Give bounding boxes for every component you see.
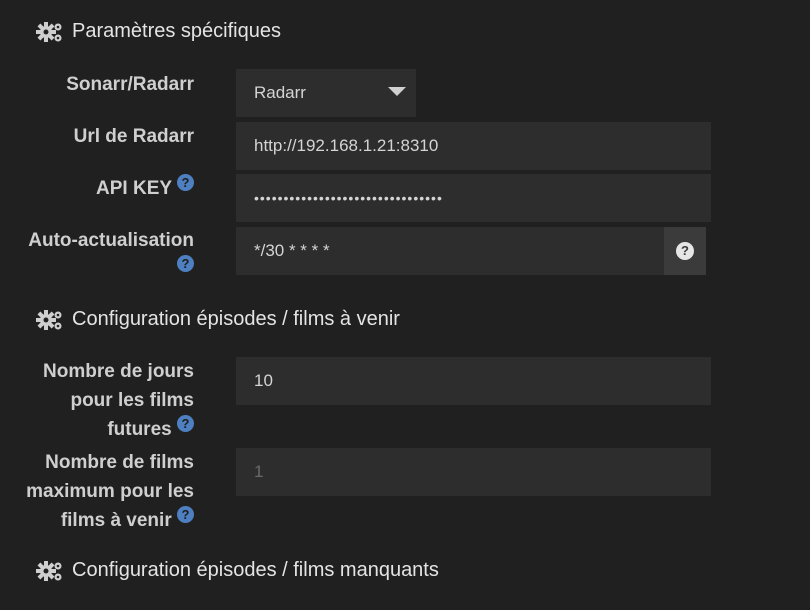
help-icon[interactable]: ? bbox=[177, 174, 194, 191]
section-title-missing: Configuration épisodes / films manquants bbox=[36, 559, 439, 582]
url-input[interactable]: http://192.168.1.21:8310 bbox=[236, 122, 711, 170]
cron-help-button[interactable]: ? bbox=[664, 227, 706, 275]
section-title-specific: Paramètres spécifiques bbox=[36, 20, 281, 43]
days-future-label: Nombre de jours pour les films futures ? bbox=[43, 357, 194, 444]
label-line: films à venir bbox=[60, 510, 172, 531]
label-line: Nombre de jours bbox=[43, 361, 194, 382]
max-films-label: Nombre de films maximum pour les films à… bbox=[26, 448, 194, 535]
help-icon[interactable]: ? bbox=[177, 506, 194, 523]
label-line: pour les films bbox=[70, 390, 194, 411]
help-icon[interactable]: ? bbox=[177, 415, 194, 432]
cogs-icon bbox=[36, 309, 62, 330]
url-label: Url de Radarr bbox=[73, 126, 194, 147]
help-icon[interactable]: ? bbox=[177, 255, 194, 272]
section-title-upcoming: Configuration épisodes / films à venir bbox=[36, 308, 400, 331]
section-title-text: Configuration épisodes / films à venir bbox=[72, 308, 400, 330]
auto-refresh-input[interactable]: */30 * * * * bbox=[236, 227, 664, 275]
api-key-input[interactable]: •••••••••••••••••••••••••••••••• bbox=[236, 174, 711, 222]
caret-down-icon bbox=[388, 87, 406, 96]
select-value: Radarr bbox=[254, 83, 306, 102]
cogs-icon bbox=[36, 560, 62, 581]
max-films-input[interactable]: 1 bbox=[236, 448, 711, 496]
help-icon: ? bbox=[676, 242, 694, 260]
section-title-text: Configuration épisodes / films manquants bbox=[72, 559, 439, 581]
auto-refresh-label: Auto-actualisation ? bbox=[28, 227, 194, 283]
section-title-text: Paramètres spécifiques bbox=[72, 20, 281, 42]
label-line: futures bbox=[107, 419, 172, 440]
sonarr-radarr-select[interactable]: Radarr bbox=[236, 69, 416, 117]
api-key-label: API KEY ? bbox=[96, 174, 194, 203]
label-line: maximum pour les bbox=[26, 481, 194, 502]
sonarr-radarr-label: Sonarr/Radarr bbox=[66, 74, 194, 95]
auto-refresh-label-text: Auto-actualisation bbox=[28, 230, 194, 251]
label-line: Nombre de films bbox=[45, 452, 194, 473]
days-future-input[interactable]: 10 bbox=[236, 357, 711, 405]
cogs-icon bbox=[36, 21, 62, 42]
api-key-label-text: API KEY bbox=[96, 178, 172, 199]
